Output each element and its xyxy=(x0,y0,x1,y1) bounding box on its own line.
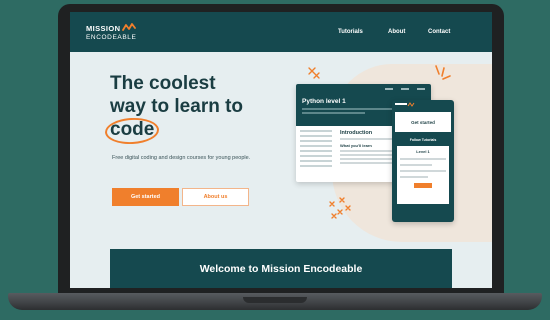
phone-mockup: Get started Follow Tutorials Level 1 xyxy=(392,100,454,222)
get-started-button[interactable]: Get started xyxy=(112,188,179,206)
cross-doodle-icon xyxy=(308,67,320,79)
site-navbar: MISSION ENCODEABLE Tutorials About Conta… xyxy=(70,12,492,52)
burst-doodle-icon xyxy=(435,65,451,80)
nav-link-about[interactable]: About xyxy=(388,29,405,35)
hero-title-line-1: The coolest xyxy=(110,73,216,94)
site-logo[interactable]: MISSION ENCODEABLE xyxy=(86,23,137,41)
hero-title: The coolest way to learn to code xyxy=(104,72,280,146)
logo-text-top: MISSION xyxy=(86,23,121,33)
logo-text-bottom: ENCODEABLE xyxy=(86,34,137,41)
phone-mockup-panel: Level 1 xyxy=(397,146,449,204)
laptop-screen: MISSION ENCODEABLE Tutorials About Conta… xyxy=(70,12,492,288)
mockup-nav-bar xyxy=(296,84,431,94)
phone-mockup-follow-text: Follow Tutorials xyxy=(409,138,437,142)
phone-mockup-button xyxy=(414,183,432,188)
mockup-sidebar xyxy=(300,130,332,170)
welcome-title: Welcome to Mission Encodeable xyxy=(199,263,363,275)
scribble-doodle-icon xyxy=(329,197,351,219)
laptop-notch xyxy=(243,297,307,303)
phone-mockup-card-title: Get started xyxy=(411,119,435,125)
logo-mark-icon xyxy=(122,23,137,33)
about-us-button[interactable]: About us xyxy=(182,188,249,206)
nav-link-contact[interactable]: Contact xyxy=(428,29,450,35)
phone-mockup-level: Level 1 xyxy=(416,149,430,154)
phone-mockup-logo xyxy=(392,100,454,110)
phone-mockup-card: Get started xyxy=(395,112,451,132)
hero-subtitle: Free digital coding and design courses f… xyxy=(112,155,251,161)
welcome-banner: Welcome to Mission Encodeable xyxy=(110,249,452,288)
mockup-course-description xyxy=(302,108,392,114)
nav-link-tutorials[interactable]: Tutorials xyxy=(338,29,363,35)
hero-title-line-2: way to learn to xyxy=(110,96,244,117)
hero-title-code-word: code xyxy=(104,116,160,146)
